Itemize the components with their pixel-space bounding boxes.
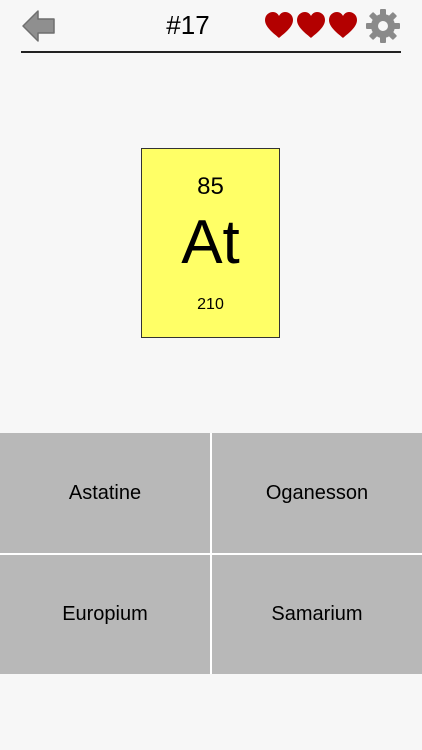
atomic-mass: 210 [197,296,224,313]
back-arrow-icon [22,10,55,42]
lives-indicator [263,10,359,40]
atomic-number: 85 [197,173,224,200]
heart-icon [265,12,293,38]
gear-icon [366,9,400,43]
answer-button-4[interactable]: Samarium [212,555,422,674]
header-divider [21,51,401,53]
answer-button-3[interactable]: Europium [0,555,210,674]
question-number: #17 [166,10,210,40]
heart-icon [297,12,325,38]
answer-button-1[interactable]: Astatine [0,433,210,553]
element-card: 85 At 210 [141,148,280,338]
element-symbol: At [181,208,240,277]
back-button[interactable] [19,6,59,46]
header-bar: #17 [0,0,422,54]
heart-icon [329,12,357,38]
answer-button-2[interactable]: Oganesson [212,433,422,553]
answer-grid: Astatine Oganesson Europium Samarium [0,433,422,674]
settings-button[interactable] [365,8,401,44]
